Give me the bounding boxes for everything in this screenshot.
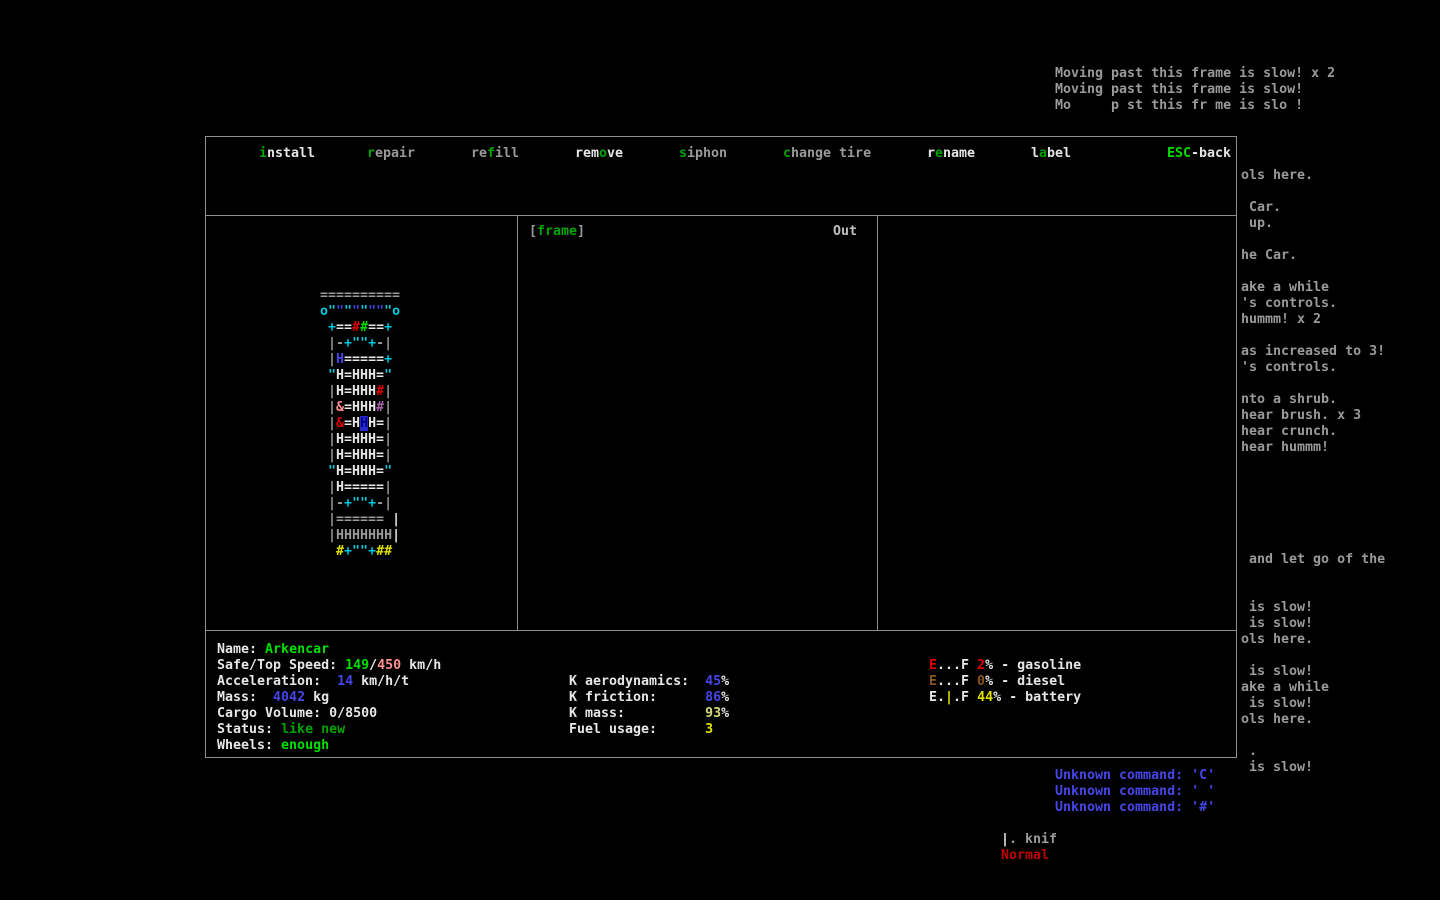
vehicle-row-17[interactable]: #+""+##: [320, 544, 392, 560]
gauge-gasoline: E...F 2% - gasoline: [929, 658, 1082, 673]
vehicle-row-14[interactable]: |-+""+-|: [320, 496, 392, 512]
message-line: Car.: [1241, 200, 1282, 215]
vehicle-row-15[interactable]: |====== |: [320, 512, 400, 528]
stat-name: Name: Arkencar: [217, 642, 330, 657]
message-line: 's controls.: [1241, 360, 1338, 375]
message-line: and let go of the: [1241, 552, 1386, 567]
vehicle-row-1[interactable]: ==========: [320, 288, 400, 304]
message-line: .: [1241, 744, 1258, 759]
vehicle-row-5[interactable]: |H=====+: [320, 352, 392, 368]
panel-header-out: Out: [833, 224, 858, 239]
message-line: 's controls.: [1241, 296, 1338, 311]
stat-kmass: K mass: 93%: [569, 706, 730, 721]
message-line: is slow!: [1241, 600, 1314, 615]
menu-item-refill[interactable]: refill: [471, 146, 519, 162]
message-line: ols here.: [1241, 168, 1314, 183]
message-line: hummm! x 2: [1241, 312, 1322, 327]
stat-mass: Mass: 4042 kg: [217, 690, 330, 705]
vehicle-row-6[interactable]: "H=HHH=": [320, 368, 392, 384]
vehicle-row-2[interactable]: o""""""""o: [320, 304, 400, 320]
stat-cargo: Cargo Volume: 0/8500: [217, 706, 378, 721]
menu-item-remove[interactable]: remove: [575, 146, 623, 162]
message-line: he Car.: [1241, 248, 1298, 263]
vehicle-row-10[interactable]: |H=HHH=|: [320, 432, 392, 448]
unknown-command-line: Unknown command: '#': [1055, 800, 1216, 815]
menu-item-change-tire[interactable]: change tire: [783, 146, 871, 162]
message-line: ols here.: [1241, 632, 1314, 647]
message-line: is slow!: [1241, 664, 1314, 679]
menu-item-rename[interactable]: rename: [927, 146, 975, 162]
move-mode: Normal: [1001, 848, 1050, 863]
panel-divider-right: [877, 215, 878, 630]
stats-divider: [205, 630, 1237, 631]
vehicle-row-3[interactable]: +==##==+: [320, 320, 392, 336]
stat-friction: K friction: 86%: [569, 690, 730, 705]
message-line: hear hummm!: [1241, 440, 1330, 455]
message-line: as increased to 3!: [1241, 344, 1386, 359]
message-line: ols here.: [1241, 712, 1314, 727]
stat-acceleration: Acceleration: 14 km/h/t: [217, 674, 410, 689]
stat-speed: Safe/Top Speed: 149/450 km/h: [217, 658, 442, 673]
message-line: is slow!: [1241, 760, 1314, 775]
message-line: ake a while: [1241, 280, 1330, 295]
vehicle-row-12[interactable]: "H=HHH=": [320, 464, 392, 480]
panel-divider-left: [517, 215, 518, 630]
vehicle-row-11[interactable]: |H=HHH=|: [320, 448, 392, 464]
message-line: hear crunch.: [1241, 424, 1338, 439]
message-line: is slow!: [1241, 616, 1314, 631]
wielded-item: |. knif: [1001, 832, 1058, 847]
message-line: Moving past this frame is slow! x 2: [1055, 66, 1336, 81]
menu-item-install[interactable]: install: [259, 146, 315, 162]
vehicle-row-4[interactable]: |-+""+-|: [320, 336, 392, 352]
menu-item-esc-back[interactable]: ESC-back: [1167, 146, 1231, 162]
menu-divider: [205, 215, 1237, 216]
vehicle-row-7[interactable]: |H=HHH#|: [320, 384, 392, 400]
message-line: Moving past this frame is slow!: [1055, 82, 1304, 97]
stat-fuel-usage: Fuel usage: 3: [569, 722, 714, 737]
gauge-battery: E.|.F 44% - battery: [929, 690, 1082, 705]
menu-item-repair[interactable]: repair: [367, 146, 415, 162]
message-line: nto a shrub.: [1241, 392, 1338, 407]
menu-item-label[interactable]: label: [1031, 146, 1071, 162]
vehicle-row-13[interactable]: |H=====|: [320, 480, 392, 496]
message-line: Mo p st this fr me is slo !: [1055, 98, 1304, 113]
stat-aerodynamics: K aerodynamics: 45%: [569, 674, 730, 689]
message-line: ake a while: [1241, 680, 1330, 695]
menu-item-siphon[interactable]: siphon: [679, 146, 727, 162]
vehicle-row-8[interactable]: |&=HHH#|: [320, 400, 392, 416]
stat-wheels: Wheels: enough: [217, 738, 330, 753]
vehicle-row-9[interactable]: |&=HHH=|: [320, 416, 392, 432]
panel-header-part: [frame]: [529, 224, 586, 239]
gauge-diesel: E...F 0% - diesel: [929, 674, 1066, 689]
unknown-command-line: Unknown command: ' ': [1055, 784, 1216, 799]
stat-status: Status: like new: [217, 722, 346, 737]
message-line: up.: [1241, 216, 1274, 231]
unknown-command-line: Unknown command: 'C': [1055, 768, 1216, 783]
vehicle-row-16[interactable]: |HHHHHHH|: [320, 528, 400, 544]
game-screen: install repair refill remove siphon change ti…: [0, 0, 1440, 900]
message-line: hear brush. x 3: [1241, 408, 1362, 423]
message-line: is slow!: [1241, 696, 1314, 711]
